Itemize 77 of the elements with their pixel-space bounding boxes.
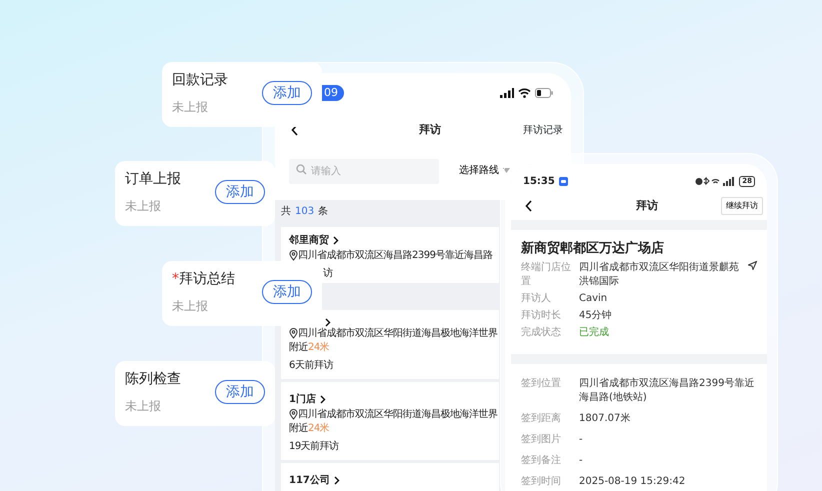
last-visit: 19天前拜访	[289, 440, 340, 454]
last-visit: 6天前拜访	[289, 358, 334, 372]
field-value: 45分钟	[579, 309, 612, 323]
field-label: 完成状态	[521, 326, 562, 340]
field-value: 四川省成都市双流区华阳街道景麒苑洪锦国际	[579, 261, 740, 289]
store-address: 四川省成都市双流区华阳街道海昌极地海洋世界	[298, 408, 498, 422]
task-status: 未上报	[125, 198, 162, 214]
page-title: 拜访	[419, 122, 441, 138]
store-name: 1门店	[289, 392, 316, 406]
task-status: 未上报	[172, 298, 209, 314]
field-value: 四川省成都市双流区海昌路2399号靠近海昌路(地铁站)	[579, 377, 756, 405]
field-value: 1807.07米	[579, 412, 630, 426]
add-button[interactable]: 添加	[215, 180, 265, 204]
count-value: 103	[295, 204, 314, 218]
field-value: Cavin	[579, 292, 608, 306]
add-button[interactable]: 添加	[262, 81, 312, 105]
chevron-icon	[325, 318, 331, 326]
store-address: 四川省成都市双流区海昌路2399号靠近海昌路	[298, 248, 492, 262]
location-pin-icon	[289, 409, 298, 420]
store-name: 邻里商贸	[289, 233, 329, 248]
field-label: 签到位置	[521, 377, 562, 391]
location-pin-icon	[289, 250, 298, 261]
store-card[interactable]: 117公司	[281, 462, 499, 491]
store-card[interactable]: 邻里商贸 四川省成都市双流区海昌路2399号靠近海昌路 访	[281, 226, 499, 282]
chevron-icon	[320, 395, 326, 404]
route-dropdown[interactable]: 选择路线	[453, 162, 516, 178]
field-value: 已完成	[579, 326, 609, 340]
status-time: 09	[322, 85, 344, 101]
visit-record-link[interactable]: 拜访记录	[523, 122, 563, 138]
signal-icon	[500, 88, 514, 98]
count-unit: 条	[318, 204, 328, 218]
nearby-label: 附近	[289, 340, 308, 354]
count-label: 共	[281, 204, 291, 218]
message-icon	[558, 177, 568, 186]
field-value: -	[579, 433, 583, 447]
field-label: 拜访时长	[521, 309, 562, 323]
task-title: 回款记录	[172, 71, 228, 90]
required-mark: *	[172, 270, 179, 289]
last-visit: 访	[322, 266, 334, 280]
store-name: 117公司	[289, 474, 330, 488]
chevron-icon	[334, 476, 340, 485]
distance-value: 24米	[308, 340, 330, 354]
back-icon	[291, 124, 299, 136]
search-icon	[296, 164, 307, 174]
store-card[interactable]: 1门店 四川省成都市双流区华阳街道海昌极地海洋世界 附近24米 19天前拜访	[281, 382, 499, 460]
field-label: 签到备注	[521, 454, 562, 468]
field-label: 签到时间	[521, 475, 562, 489]
field-value: 2025-08-19 15:29:42	[579, 475, 686, 489]
field-label: 终端门店位置	[521, 261, 572, 289]
chevron-icon	[333, 236, 339, 245]
task-title: 订单上报	[125, 170, 181, 189]
nearby-label: 附近	[289, 422, 308, 436]
location-pin-icon	[289, 328, 298, 339]
store-address: 四川省成都市双流区华阳街道海昌极地海洋世界	[298, 326, 498, 340]
field-value: -	[579, 454, 583, 468]
store-title: 新商贸郫都区万达广场店	[521, 240, 665, 258]
task-title: 拜访总结	[179, 270, 235, 289]
wifi-icon	[518, 88, 531, 98]
page-title: 拜访	[636, 198, 658, 214]
store-card[interactable]: 四川省成都市双流区华阳街道海昌极地海洋世界 附近24米 6天前拜访	[281, 310, 499, 378]
task-title: 陈列检查	[125, 370, 181, 389]
task-status: 未上报	[172, 99, 209, 115]
status-icons-drawing	[695, 177, 736, 186]
add-button[interactable]: 添加	[215, 380, 265, 404]
battery-icon	[535, 88, 553, 98]
navigate-icon	[748, 261, 757, 270]
field-label: 签到图片	[521, 433, 562, 447]
continue-visit-button[interactable]: 继续拜访	[721, 197, 763, 215]
add-button[interactable]: 添加	[262, 280, 312, 304]
caret-icon	[503, 168, 510, 172]
distance-value: 24米	[308, 422, 330, 436]
task-status: 未上报	[125, 398, 162, 414]
status-time: 15:35	[523, 175, 555, 189]
search-field[interactable]: 请输入	[289, 158, 439, 184]
field-label: 签到距离	[521, 412, 562, 426]
field-label: 拜访人	[521, 292, 552, 306]
back-icon	[525, 200, 533, 212]
